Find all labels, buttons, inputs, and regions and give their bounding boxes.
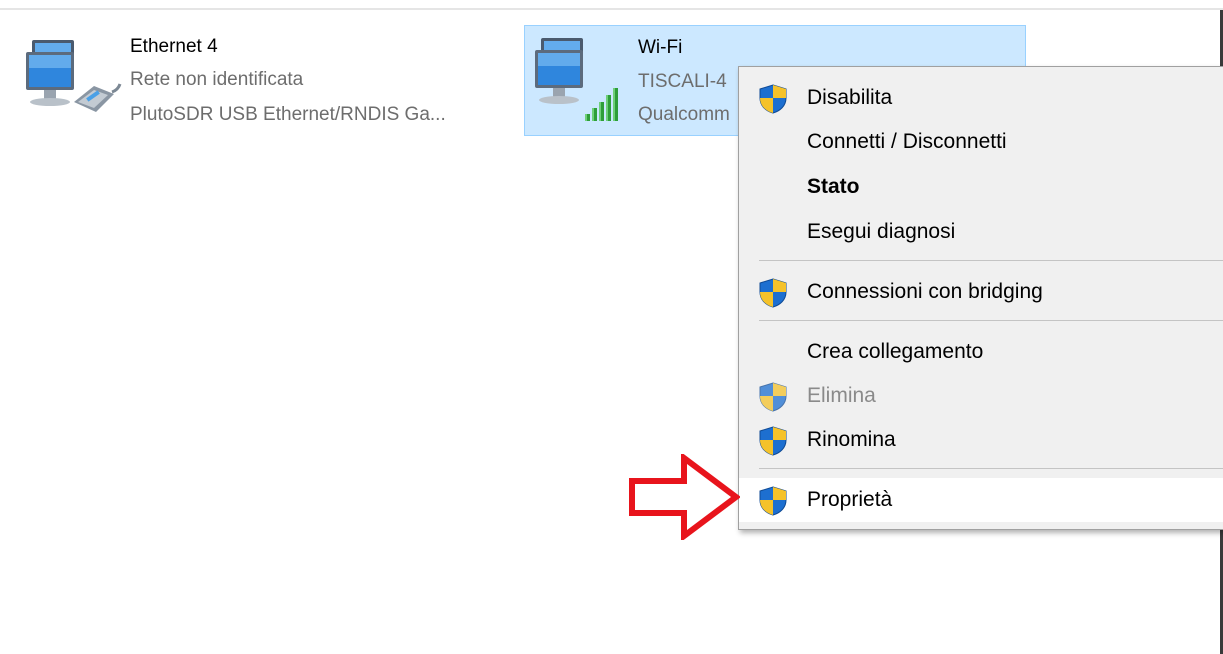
menu-separator xyxy=(759,468,1223,469)
window-top-border xyxy=(0,8,1223,10)
adapter-status: TISCALI-4 xyxy=(638,71,727,92)
uac-shield-icon xyxy=(759,84,787,119)
menu-item-rinomina[interactable]: Rinomina xyxy=(739,418,1223,462)
menu-item-label: Esegui diagnosi xyxy=(807,220,956,243)
menu-item-crea-collegamento[interactable]: Crea collegamento xyxy=(739,330,1223,374)
adapter-status: Rete non identificata xyxy=(130,69,304,90)
adapter-device: Qualcomm xyxy=(638,104,730,125)
adapter-device: PlutoSDR USB Ethernet/RNDIS Ga... xyxy=(130,104,446,125)
menu-item-elimina: Elimina xyxy=(739,374,1223,418)
menu-item-label: Elimina xyxy=(807,384,876,407)
adapter-name: Wi-Fi xyxy=(638,37,683,58)
menu-separator xyxy=(759,260,1223,261)
uac-shield-icon xyxy=(759,278,787,313)
menu-item-stato[interactable]: Stato xyxy=(739,165,1223,209)
menu-item-label: Proprietà xyxy=(807,488,893,511)
uac-shield-icon xyxy=(759,486,787,521)
menu-item-label: Rinomina xyxy=(807,428,896,451)
adapter-ethernet-4[interactable]: Ethernet 4 Rete non identificata PlutoSD… xyxy=(20,28,510,138)
menu-item-label: Crea collegamento xyxy=(807,340,984,363)
ethernet-adapter-icon xyxy=(22,32,122,132)
context-menu: Disabilita Connetti / Disconnetti Stato … xyxy=(738,66,1223,530)
menu-item-connessioni-bridging[interactable]: Connessioni con bridging xyxy=(739,270,1223,314)
menu-item-label: Connessioni con bridging xyxy=(807,280,1043,303)
uac-shield-icon xyxy=(759,426,787,461)
adapter-name: Ethernet 4 xyxy=(130,36,218,57)
uac-shield-icon xyxy=(759,382,787,417)
menu-item-disabilita[interactable]: Disabilita xyxy=(739,76,1223,120)
wifi-adapter-icon xyxy=(529,32,629,132)
menu-item-label: Stato xyxy=(807,175,860,198)
menu-item-esegui-diagnosi[interactable]: Esegui diagnosi xyxy=(739,210,1223,254)
menu-item-label: Connetti / Disconnetti xyxy=(807,130,1007,153)
menu-separator xyxy=(759,320,1223,321)
menu-item-proprieta[interactable]: Proprietà xyxy=(739,478,1223,522)
menu-item-label: Disabilita xyxy=(807,86,893,109)
red-arrow-icon xyxy=(628,452,741,545)
menu-item-connetti-disconnetti[interactable]: Connetti / Disconnetti xyxy=(739,120,1223,164)
